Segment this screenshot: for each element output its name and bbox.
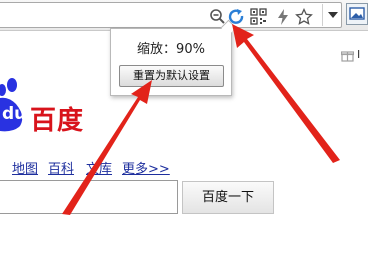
qr-code-icon[interactable] (250, 8, 268, 26)
zoom-popup: 缩放：90% 重置为默认设置 (110, 19, 237, 96)
baidu-logo-text[interactable]: 百度 (30, 100, 84, 137)
omnibox-dropdown-button[interactable] (322, 4, 343, 26)
star-icon[interactable] (295, 7, 313, 26)
search-button[interactable]: 百度一下 (182, 181, 274, 214)
zoom-level-label: 缩放：90% (137, 42, 205, 57)
nav-link-wenku[interactable]: 文库 (86, 158, 112, 177)
address-bar[interactable] (0, 2, 342, 28)
nav-link-map[interactable]: 地图 (12, 158, 38, 177)
baidu-logo-du: du (2, 104, 27, 124)
extension-button[interactable] (346, 3, 368, 25)
lightning-icon[interactable] (274, 8, 292, 26)
arrow-to-zoom-icon (232, 24, 340, 163)
nav-link-more[interactable]: 更多>> (122, 158, 170, 177)
nav-link-baike[interactable]: 百科 (48, 158, 74, 177)
gift-icon[interactable] (340, 47, 355, 66)
picture-icon (349, 7, 365, 20)
search-input[interactable] (0, 180, 178, 214)
chevron-down-icon (328, 12, 338, 18)
reset-zoom-button[interactable]: 重置为默认设置 (119, 65, 224, 87)
bookmark-label[interactable]: I (357, 48, 360, 61)
browser-toolbar (0, 0, 368, 31)
